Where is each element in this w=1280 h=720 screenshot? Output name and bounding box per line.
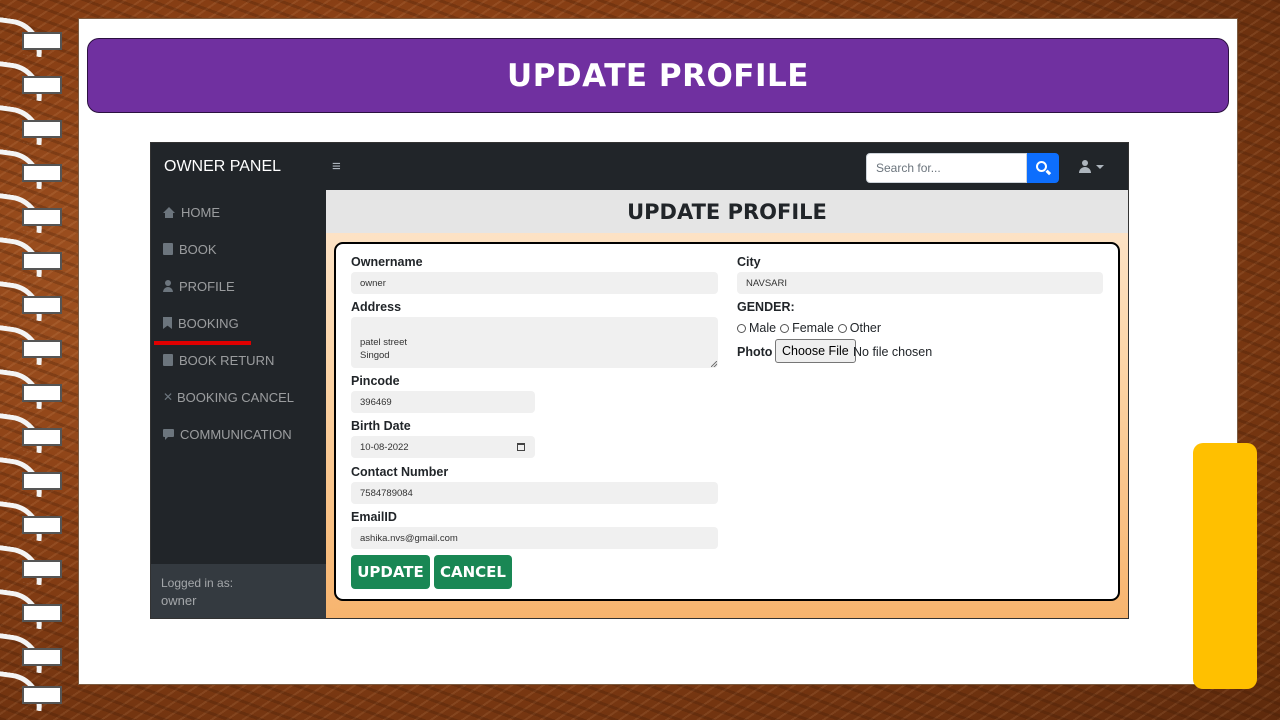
sidebar-item-label: BOOK RETURN [179, 352, 275, 368]
binder-rings [0, 0, 80, 720]
gender-label: GENDER: [737, 300, 795, 314]
sidebar-item-book-return[interactable]: BOOK RETURN [163, 350, 274, 370]
search-input[interactable] [866, 153, 1027, 183]
gender-radio-group: Male Female Other [737, 321, 885, 335]
brand-title[interactable]: OWNER PANEL [164, 158, 332, 176]
gender-radio-other[interactable] [837, 323, 847, 333]
slide-title-banner: UPDATE PROFILE [87, 38, 1229, 113]
binder-ring [0, 632, 64, 674]
ownername-field[interactable]: owner [351, 272, 718, 294]
sidebar-item-label: BOOK [179, 241, 217, 257]
user-icon-body [1079, 167, 1091, 173]
address-label: Address [351, 300, 402, 314]
sidebar-item-label: BOOKING [178, 315, 239, 331]
update-button[interactable]: UPDATE [351, 555, 430, 589]
home-icon [163, 206, 175, 218]
pincode-field[interactable]: 396469 [351, 391, 535, 413]
user-dropdown[interactable] [1078, 159, 1106, 175]
sidebar-item-label: COMMUNICATION [180, 426, 292, 442]
binder-ring [0, 16, 64, 58]
page-title: UPDATE PROFILE [627, 199, 827, 224]
sidebar-item-home[interactable]: HOME [163, 202, 220, 222]
book-icon [163, 243, 173, 255]
slide-title: UPDATE PROFILE [507, 57, 809, 94]
sidebar: HOME BOOK PROFILE BOOKING BOOK RETURN ✕ … [151, 190, 326, 618]
binder-ring [0, 544, 64, 586]
choose-file-button[interactable]: Choose File [775, 339, 856, 363]
binder-ring [0, 104, 64, 146]
sidebar-item-label: BOOKING CANCEL [177, 389, 295, 405]
user-icon [163, 280, 173, 292]
calendar-icon[interactable] [517, 443, 525, 451]
binder-ring [0, 60, 64, 102]
main-content: UPDATE PROFILE Ownername owner Address p… [326, 190, 1128, 618]
sidebar-item-booking-cancel[interactable]: ✕ BOOKING CANCEL [163, 387, 294, 407]
sidebar-toggle-icon[interactable]: ≡ [332, 158, 341, 175]
birth-date-field[interactable]: 10-08-2022 [351, 436, 535, 458]
file-status: No file chosen [853, 345, 933, 359]
sidebar-item-profile[interactable]: PROFILE [163, 276, 235, 296]
logged-in-label: Logged in as: [161, 576, 234, 590]
binder-ring [0, 236, 64, 278]
ownername-label: Ownername [351, 255, 423, 269]
photo-label: Photo [737, 345, 773, 359]
binder-ring [0, 368, 64, 410]
address-field[interactable]: patel street Singod [351, 317, 718, 368]
binder-ring [0, 412, 64, 454]
binder-ring [0, 324, 64, 366]
email-label: EmailID [351, 510, 397, 524]
gender-radio-male[interactable] [737, 323, 746, 333]
binder-ring [0, 670, 64, 712]
caret-down-icon [1096, 165, 1104, 169]
search-group [866, 153, 1059, 183]
binder-ring [0, 192, 64, 234]
search-icon [1036, 161, 1047, 172]
book-icon [163, 354, 173, 366]
binder-ring [0, 500, 64, 542]
contact-number-label: Contact Number [351, 465, 449, 479]
sidebar-item-communication[interactable]: COMMUNICATION [163, 424, 292, 444]
top-navbar: OWNER PANEL ≡ [151, 143, 1128, 190]
close-icon: ✕ [163, 390, 174, 404]
logged-in-user: owner [161, 593, 197, 608]
gender-option-label: Female [792, 321, 834, 335]
cancel-button[interactable]: CANCEL [434, 555, 512, 589]
bookmark-icon [163, 317, 172, 329]
content-header: UPDATE PROFILE [326, 190, 1128, 233]
city-field[interactable]: NAVSARI [737, 272, 1103, 294]
binder-ring [0, 588, 64, 630]
decorative-yellow-tab [1193, 443, 1257, 689]
sidebar-item-booking[interactable]: BOOKING [163, 313, 239, 333]
gender-option-label: Male [749, 321, 777, 335]
sidebar-item-book[interactable]: BOOK [163, 239, 217, 259]
birth-date-value: 10-08-2022 [360, 442, 409, 453]
resize-grip-icon[interactable] [711, 361, 717, 367]
sidebar-item-label: HOME [181, 204, 220, 220]
email-field[interactable]: ashika.nvs@gmail.com [351, 527, 718, 549]
binder-ring [0, 280, 64, 322]
sidebar-item-label: PROFILE [179, 278, 235, 294]
binder-ring [0, 456, 64, 498]
comment-icon [163, 428, 174, 440]
app-screenshot: OWNER PANEL ≡ HOME BOOK PROFILE [150, 142, 1129, 619]
profile-highlight-underline [154, 341, 251, 345]
pincode-label: Pincode [351, 374, 400, 388]
update-profile-form: Ownername owner Address patel street Sin… [334, 242, 1120, 601]
sidebar-footer: Logged in as: owner [151, 564, 326, 618]
city-label: City [737, 255, 761, 269]
gender-radio-female[interactable] [780, 323, 790, 333]
binder-ring [0, 148, 64, 190]
gender-option-label: Other [849, 321, 882, 335]
address-value: patel street Singod [360, 337, 407, 361]
contact-number-field[interactable]: 7584789084 [351, 482, 718, 504]
user-icon [1082, 160, 1088, 166]
search-button[interactable] [1027, 153, 1059, 183]
birth-date-label: Birth Date [351, 419, 411, 433]
